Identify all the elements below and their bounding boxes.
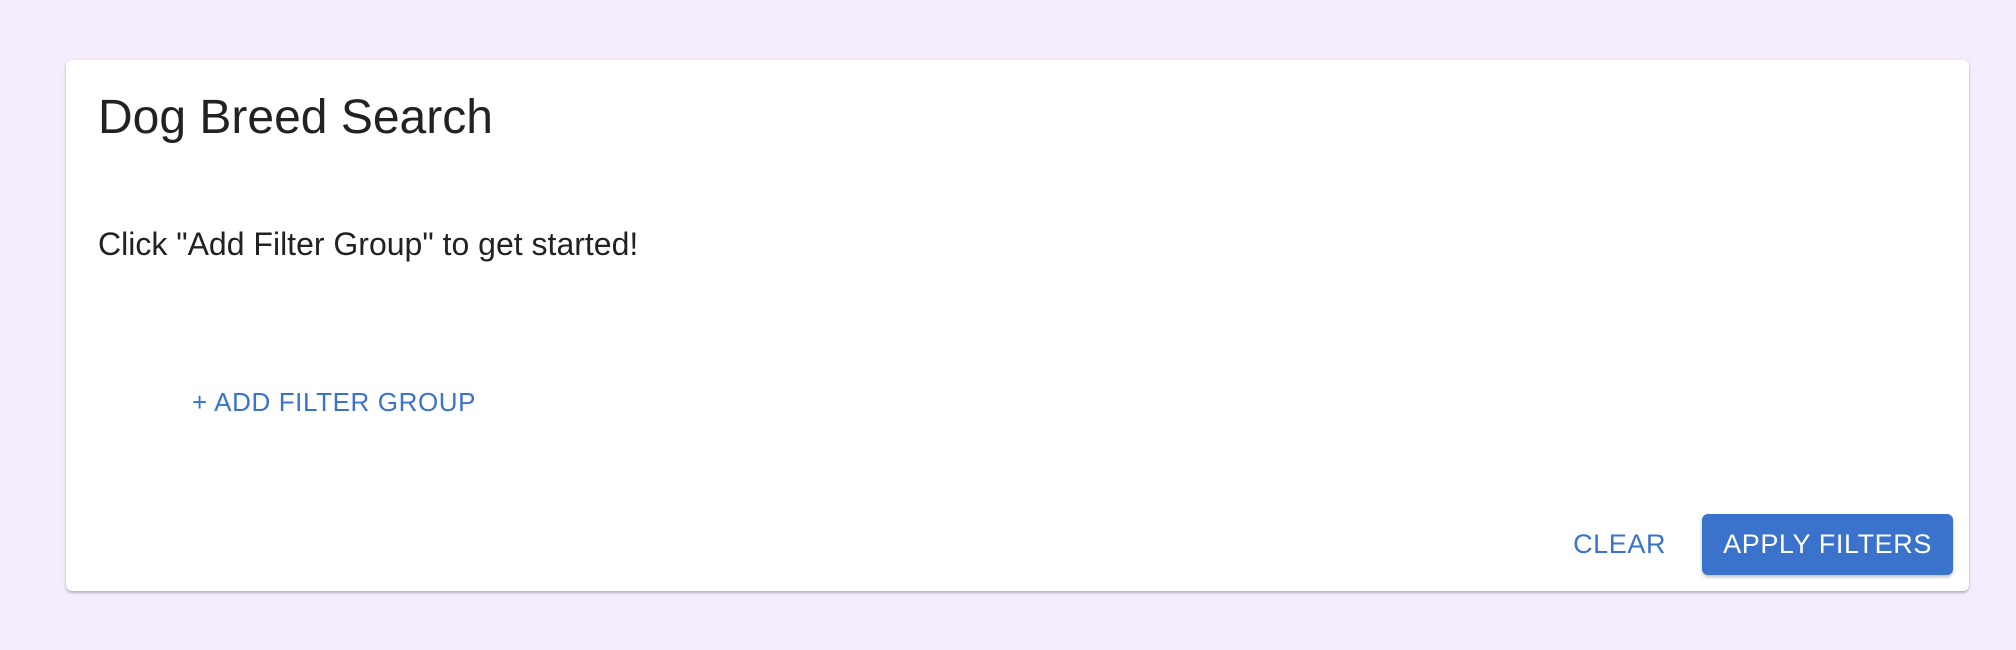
search-card: Dog Breed Search Click "Add Filter Group… (66, 60, 1969, 591)
add-filter-group-button[interactable]: + ADD FILTER GROUP (180, 378, 488, 426)
card-actions: CLEAR APPLY FILTERS (1555, 514, 1953, 575)
page-background: { "card": { "title": "Dog Breed Search",… (0, 0, 2016, 650)
empty-state-hint: Click "Add Filter Group" to get started! (98, 226, 639, 262)
apply-filters-button[interactable]: APPLY FILTERS (1702, 514, 1953, 575)
page-title: Dog Breed Search (98, 91, 493, 144)
clear-button[interactable]: CLEAR (1555, 515, 1684, 575)
